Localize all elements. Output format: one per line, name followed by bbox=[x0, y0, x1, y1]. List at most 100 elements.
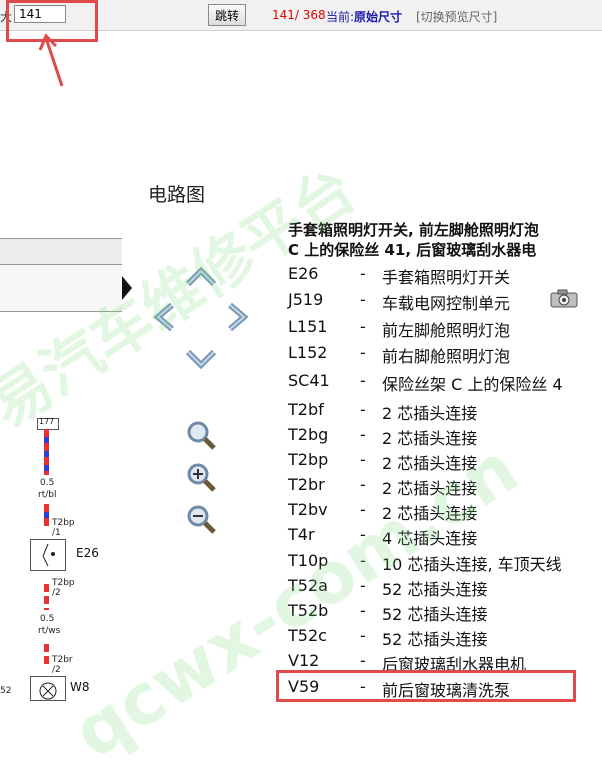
legend-dash: - bbox=[360, 371, 366, 390]
camera-icon[interactable] bbox=[550, 288, 578, 308]
legend-row: SC41 - 保险丝架 C 上的保险丝 4 bbox=[288, 371, 602, 396]
legend-dash: - bbox=[360, 551, 366, 570]
legend-dash: - bbox=[360, 317, 366, 336]
wire-size-2: 0.5 bbox=[40, 614, 55, 624]
legend-description: 前左脚舱照明灯泡 bbox=[382, 321, 511, 340]
legend-code: T10p bbox=[288, 551, 329, 570]
bulb-w8 bbox=[30, 676, 66, 701]
legend-code: T2bg bbox=[288, 425, 329, 444]
chevron-right-icon[interactable] bbox=[220, 302, 254, 332]
legend-row: T10p -10 芯插头连接, 车顶天线 bbox=[288, 551, 602, 576]
component-w8-label: W8 bbox=[70, 680, 90, 694]
legend-title-line1: 手套箱照明灯开关, 前左脚舱照明灯泡 bbox=[288, 221, 539, 239]
switch-preview-size-link[interactable]: [切换预览尺寸] bbox=[416, 8, 497, 25]
connector-t2br-pin: /2 bbox=[52, 665, 61, 675]
wire-color-1: rt/bl bbox=[38, 490, 57, 500]
legend-dash: - bbox=[360, 475, 366, 494]
legend-row: T2bg -2 芯插头连接 bbox=[288, 425, 602, 450]
legend-description: 10 芯插头连接, 车顶天线 bbox=[382, 555, 562, 574]
legend-row: T2bf -2 芯插头连接 bbox=[288, 400, 602, 425]
legend-code: T2bv bbox=[288, 500, 328, 519]
legend-description: 2 芯插头连接 bbox=[382, 404, 478, 423]
component-e26-label: E26 bbox=[76, 546, 99, 560]
legend-code: T2bf bbox=[288, 400, 324, 419]
legend-dash: - bbox=[360, 601, 366, 620]
legend-code: SC41 bbox=[288, 371, 330, 390]
section-title: 电路图 bbox=[148, 184, 206, 206]
legend-row: T52b -52 芯插头连接 bbox=[288, 601, 602, 626]
legend-dash: - bbox=[360, 651, 366, 670]
legend-row: T2bv -2 芯插头连接 bbox=[288, 500, 602, 525]
legend-dash: - bbox=[360, 425, 366, 444]
connector-t2bp-1: T2bp bbox=[52, 518, 75, 528]
legend-description: 52 芯插头连接 bbox=[382, 605, 488, 624]
wire-color-2: rt/ws bbox=[38, 626, 61, 636]
switch-icon bbox=[42, 543, 55, 567]
legend-code: T52b bbox=[288, 601, 329, 620]
legend-dash: - bbox=[360, 500, 366, 519]
current-size-value: 原始尺寸 bbox=[354, 10, 403, 24]
legend-dash: - bbox=[360, 264, 366, 283]
wire-size-1: 0.5 bbox=[40, 478, 55, 488]
legend-row: T52a -52 芯插头连接 bbox=[288, 576, 602, 601]
connector-t2br: T2br bbox=[52, 655, 73, 665]
legend-code: E26 bbox=[288, 264, 319, 283]
legend-description: 2 芯插头连接 bbox=[382, 504, 478, 523]
legend-description: 手套箱照明灯开关 bbox=[382, 268, 511, 287]
wire-rt-bl-2 bbox=[44, 504, 49, 526]
zoom-in-icon[interactable] bbox=[184, 460, 218, 494]
legend-row: T4r -4 芯插头连接 bbox=[288, 525, 602, 550]
wire-rt-bl bbox=[44, 429, 49, 475]
legend-dash: - bbox=[360, 525, 366, 544]
current-size-label: 当前: bbox=[326, 10, 355, 24]
legend-title-line2: C 上的保险丝 41, 后窗玻璃刮水器电 bbox=[288, 241, 537, 259]
legend-dash: - bbox=[360, 290, 366, 309]
legend-row: E26 - 手套箱照明灯开关 bbox=[288, 264, 602, 289]
legend-dash: - bbox=[360, 576, 366, 595]
legend-description: 2 芯插头连接 bbox=[382, 479, 478, 498]
zoom-fit-icon[interactable] bbox=[184, 418, 218, 452]
bulb-icon bbox=[39, 682, 57, 700]
legend-row: L152 - 前右脚舱照明灯泡 bbox=[288, 343, 602, 368]
legend-description: 4 芯插头连接 bbox=[382, 529, 478, 548]
play-icon[interactable] bbox=[122, 276, 132, 300]
legend-code: T52c bbox=[288, 626, 327, 645]
legend-code: T2bp bbox=[288, 450, 329, 469]
legend-dash: - bbox=[360, 400, 366, 419]
wire-rt-ws bbox=[44, 584, 49, 610]
chevron-down-icon[interactable] bbox=[184, 344, 218, 374]
switch-e26 bbox=[30, 539, 66, 571]
chevron-up-icon[interactable] bbox=[184, 262, 218, 292]
chevron-left-icon[interactable] bbox=[148, 302, 182, 332]
legend-row: T52c -52 芯插头连接 bbox=[288, 626, 602, 651]
edge-number: 52 bbox=[0, 686, 12, 696]
legend-row: T2bp -2 芯插头连接 bbox=[288, 450, 602, 475]
legend-code: T4r bbox=[288, 525, 315, 544]
diagram-panel-header bbox=[0, 238, 122, 266]
connector-t2bp-2-pin: /2 bbox=[52, 588, 61, 598]
legend-code: T52a bbox=[288, 576, 328, 595]
legend-row: J519 - 车载电网控制单元 bbox=[288, 288, 602, 315]
legend-dash: - bbox=[360, 343, 366, 362]
legend-description: 车载电网控制单元 bbox=[382, 294, 511, 313]
wire-rt-ws-2 bbox=[44, 644, 49, 664]
legend-description: 2 芯插头连接 bbox=[382, 429, 478, 448]
legend-code: L152 bbox=[288, 343, 328, 362]
legend-code: V12 bbox=[288, 651, 320, 670]
diagram-panel-body bbox=[0, 264, 122, 312]
legend-description: 保险丝架 C 上的保险丝 4 bbox=[382, 375, 563, 394]
legend-row: L151 - 前左脚舱照明灯泡 bbox=[288, 317, 602, 342]
jump-button[interactable]: 跳转 bbox=[208, 4, 246, 26]
legend-description: 52 芯插头连接 bbox=[382, 630, 488, 649]
legend-title: 手套箱照明灯开关, 前左脚舱照明灯泡 C 上的保险丝 41, 后窗玻璃刮水器电 bbox=[288, 220, 602, 260]
arrow-icon bbox=[38, 33, 64, 87]
legend-dash: - bbox=[360, 450, 366, 469]
v59-highlight bbox=[276, 670, 576, 702]
legend-description: 2 芯插头连接 bbox=[382, 454, 478, 473]
legend-description: 前右脚舱照明灯泡 bbox=[382, 347, 511, 366]
connector-t2bp-2: T2bp bbox=[52, 578, 75, 588]
legend-description: 52 芯插头连接 bbox=[382, 580, 488, 599]
legend-dash: - bbox=[360, 626, 366, 645]
zoom-out-icon[interactable] bbox=[184, 502, 218, 536]
page-status: 141/ 368 bbox=[272, 8, 326, 22]
